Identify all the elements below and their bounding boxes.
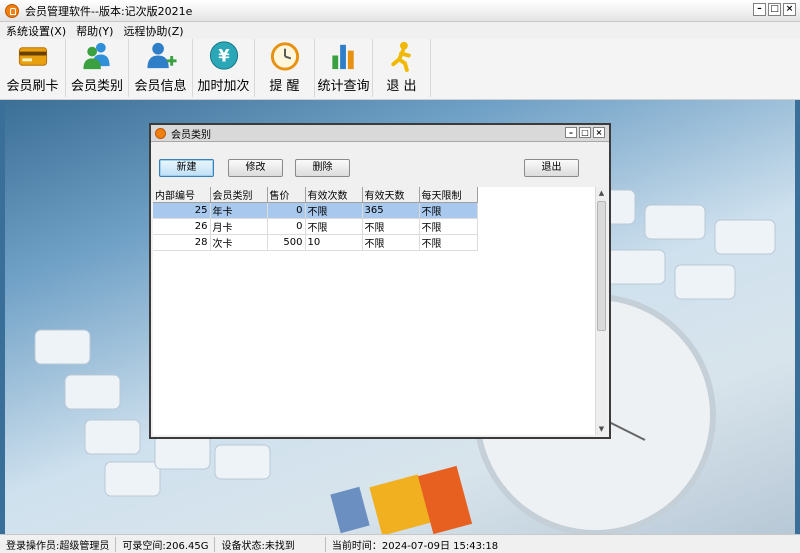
cell-member-category: 月卡 [210, 218, 268, 235]
col-valid-days[interactable]: 有效天数 [362, 187, 420, 203]
clock-icon [270, 42, 299, 71]
statusbar: 登录操作员:超级管理员 可录空间:206.45G 设备状态:未找到 当前时间：2… [0, 534, 800, 553]
scroll-thumb[interactable] [597, 201, 606, 331]
col-daily-limit[interactable]: 每天限制 [419, 187, 478, 203]
member-info-label: 会员信息 [134, 79, 187, 94]
exit-dialog-button[interactable]: 退出 [524, 159, 579, 177]
menu-help[interactable]: 帮助(Y) [76, 23, 113, 39]
dialog-title: 会员类别 [171, 129, 211, 141]
table-row[interactable]: 28 次卡 500 10 不限 不限 [153, 234, 478, 251]
menu-system-settings[interactable]: 系统设置(X) [6, 23, 66, 39]
member-info-button[interactable]: 会员信息 [129, 39, 193, 97]
member-swipe-label: 会员刷卡 [6, 79, 59, 94]
window-title: 会员管理软件--版本:记次版2021e [25, 4, 193, 18]
cell-price: 500 [267, 234, 306, 251]
status-space: 可录空间:206.45G [116, 536, 216, 552]
exit-label: 退 出 [386, 79, 417, 94]
add-time-count-label: 加时加次 [197, 79, 250, 94]
table-row[interactable]: 26 月卡 0 不限 不限 不限 [153, 218, 478, 235]
cell-member-category: 年卡 [210, 202, 268, 219]
table-row[interactable]: 25 年卡 0 不限 365 不限 [153, 202, 478, 219]
cell-price: 0 [267, 218, 306, 235]
col-valid-count[interactable]: 有效次数 [305, 187, 363, 203]
card-icon [18, 47, 47, 66]
dialog-minimize-icon[interactable]: – [565, 127, 577, 138]
cell-internal-id: 28 [153, 234, 211, 251]
cell-daily-limit: 不限 [419, 202, 478, 219]
yen-icon: ¥ [209, 41, 238, 70]
dialog-maximize-icon[interactable]: □ [579, 127, 591, 138]
exit-button[interactable]: 退 出 [373, 39, 431, 97]
col-internal-id[interactable]: 内部编号 [153, 187, 211, 203]
scroll-up-icon[interactable]: ▲ [596, 187, 607, 199]
minimize-icon[interactable]: – [753, 3, 766, 16]
edit-button[interactable]: 修改 [228, 159, 283, 177]
statistics-query-button[interactable]: 统计查询 [315, 39, 373, 97]
member-category-label: 会员类别 [70, 79, 123, 94]
cell-valid-count: 不限 [305, 202, 363, 219]
app-titlebar: 会员管理软件--版本:记次版2021e – □ × [0, 0, 800, 22]
member-category-dialog: 会员类别 – □ × 新建 修改 删除 退出 内部编号 会员类别 售价 有效次数… [149, 123, 611, 439]
add-time-count-button[interactable]: ¥ 加时加次 [193, 39, 255, 97]
col-price[interactable]: 售价 [267, 187, 306, 203]
maximize-icon[interactable]: □ [768, 3, 781, 16]
member-category-button[interactable]: 会员类别 [66, 39, 129, 97]
cell-valid-days: 不限 [362, 234, 420, 251]
delete-button[interactable]: 删除 [295, 159, 350, 177]
reminder-label: 提 醒 [269, 79, 300, 94]
svg-text:¥: ¥ [218, 46, 230, 65]
bar-chart-icon [331, 44, 354, 70]
menu-remote-assist[interactable]: 远程协助(Z) [123, 23, 183, 39]
dialog-titlebar: 会员类别 – □ × [151, 125, 609, 142]
col-member-category[interactable]: 会员类别 [210, 187, 268, 203]
status-operator: 登录操作员:超级管理员 [0, 536, 117, 552]
vertical-scrollbar[interactable]: ▲ ▼ [595, 187, 607, 435]
status-device: 设备状态:未找到 [215, 536, 326, 552]
main-toolbar: 会员刷卡 会员类别 会员信息 ¥ 加时加次 提 醒 统计查询 退 出 [0, 39, 800, 100]
window-controls: – □ × [751, 3, 796, 16]
cell-valid-days: 不限 [362, 218, 420, 235]
dialog-window-controls: – □ × [563, 127, 605, 138]
cell-internal-id: 25 [153, 202, 211, 219]
status-time: 当前时间：2024-07-09日 15:43:18 [331, 540, 499, 552]
cell-price: 0 [267, 202, 306, 219]
dialog-logo-icon [155, 127, 166, 139]
cell-daily-limit: 不限 [419, 218, 478, 235]
category-table: 内部编号 会员类别 售价 有效次数 有效天数 每天限制 25 年卡 0 不限 3… [153, 187, 478, 251]
category-grid[interactable]: 内部编号 会员类别 售价 有效次数 有效天数 每天限制 25 年卡 0 不限 3… [153, 187, 607, 435]
close-icon[interactable]: × [783, 3, 796, 16]
table-header-row: 内部编号 会员类别 售价 有效次数 有效天数 每天限制 [153, 187, 478, 203]
member-swipe-button[interactable]: 会员刷卡 [0, 39, 66, 97]
cell-daily-limit: 不限 [419, 234, 478, 251]
scroll-down-icon[interactable]: ▼ [596, 423, 607, 435]
user-add-icon [146, 42, 177, 69]
reminder-button[interactable]: 提 醒 [255, 39, 315, 97]
cell-member-category: 次卡 [210, 234, 268, 251]
cell-valid-count: 10 [305, 234, 363, 251]
cell-internal-id: 26 [153, 218, 211, 235]
cell-valid-days: 365 [362, 202, 420, 219]
menubar: 系统设置(X) 帮助(Y) 远程协助(Z) [0, 22, 800, 39]
app-logo-icon [5, 3, 19, 18]
exit-person-icon [390, 41, 411, 72]
statistics-query-label: 统计查询 [317, 79, 370, 94]
dialog-close-icon[interactable]: × [593, 127, 605, 138]
cell-valid-count: 不限 [305, 218, 363, 235]
new-button[interactable]: 新建 [159, 159, 214, 177]
users-icon [83, 42, 110, 70]
